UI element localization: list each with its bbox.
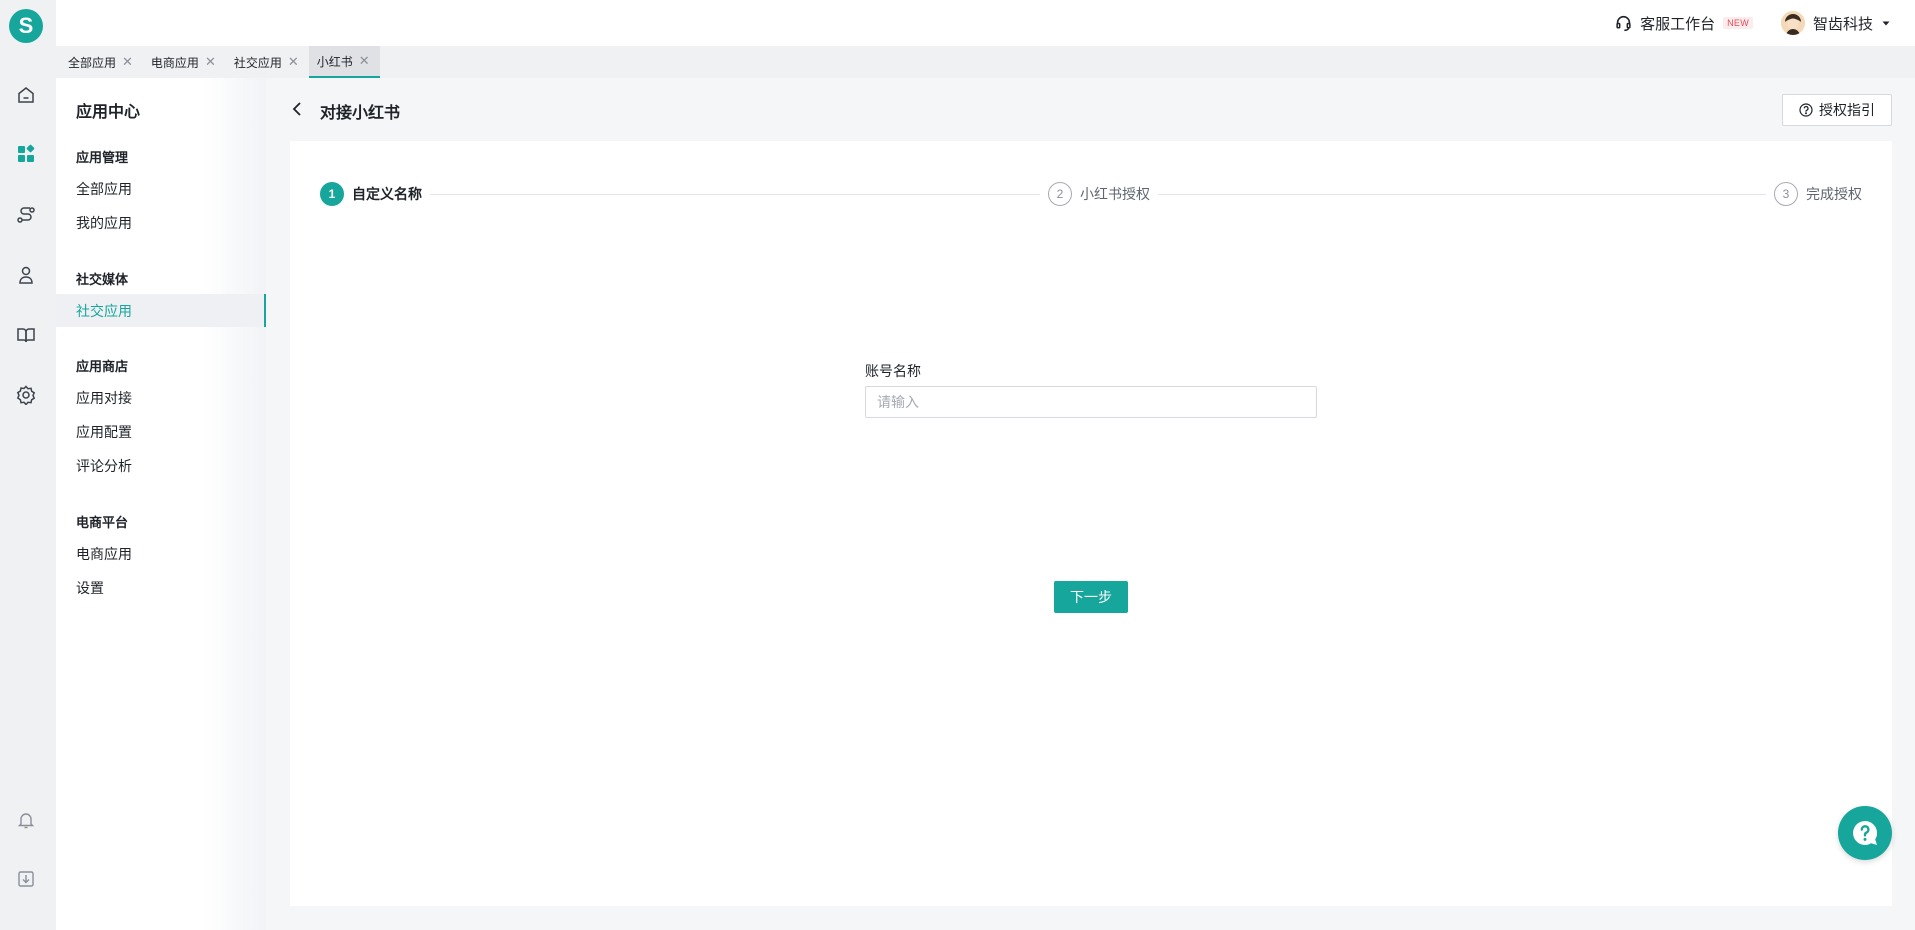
tab-label: 电商应用 bbox=[150, 55, 199, 70]
step-number: 2 bbox=[1048, 182, 1072, 206]
users-icon[interactable] bbox=[13, 262, 39, 288]
app-logo[interactable]: S bbox=[9, 9, 43, 43]
menu-group-app-management: 应用管理 bbox=[76, 150, 129, 165]
tab-label: 小红书 bbox=[316, 54, 353, 69]
step-label: 完成授权 bbox=[1806, 186, 1862, 202]
stepper: 1 自定义名称 2 小红书授权 3 完成授权 bbox=[320, 182, 1865, 206]
menu-group-app-store: 应用商店 bbox=[76, 359, 129, 374]
account-name-input[interactable] bbox=[865, 386, 1317, 418]
sidebar-item-ecommerce-apps[interactable]: 电商应用 bbox=[56, 537, 266, 570]
download-icon[interactable] bbox=[13, 866, 39, 892]
next-step-button[interactable]: 下一步 bbox=[1054, 581, 1128, 613]
sidebar-item-app-integration[interactable]: 应用对接 bbox=[56, 381, 266, 414]
question-bubble-icon bbox=[1849, 817, 1881, 849]
sidebar-menu: 应用中心 应用管理 全部应用 我的应用 社交媒体 社交应用 应用商店 应用对接 … bbox=[56, 78, 266, 930]
new-badge: NEW bbox=[1723, 17, 1753, 29]
sidebar-item-review-analysis[interactable]: 评论分析 bbox=[56, 449, 266, 482]
menu-group-ecommerce: 电商平台 bbox=[76, 515, 129, 530]
help-circle-icon bbox=[1799, 103, 1813, 117]
service-label: 客服工作台 bbox=[1640, 15, 1716, 33]
sidebar-item-my-apps[interactable]: 我的应用 bbox=[56, 206, 266, 239]
tab-social-apps[interactable]: 社交应用 ✕ bbox=[226, 46, 309, 78]
step-label: 小红书授权 bbox=[1080, 186, 1150, 202]
auth-guide-label: 授权指引 bbox=[1819, 102, 1875, 118]
tab-bar: 全部应用 ✕ 电商应用 ✕ 社交应用 ✕ 小红书 ✕ bbox=[56, 46, 1915, 78]
top-header: 客服工作台 NEW 智齿科技 bbox=[56, 0, 1915, 46]
close-icon[interactable]: ✕ bbox=[288, 54, 299, 70]
service-workbench-link[interactable]: 客服工作台 NEW bbox=[1615, 12, 1753, 34]
help-chat-button[interactable] bbox=[1838, 806, 1892, 860]
home-icon[interactable] bbox=[13, 82, 39, 108]
step-1: 1 自定义名称 bbox=[320, 182, 430, 206]
sidebar-item-settings[interactable]: 设置 bbox=[56, 571, 266, 604]
sidebar-item-all-apps[interactable]: 全部应用 bbox=[56, 172, 266, 205]
book-icon[interactable] bbox=[13, 322, 39, 348]
auth-guide-button[interactable]: 授权指引 bbox=[1782, 94, 1892, 126]
tab-all-apps[interactable]: 全部应用 ✕ bbox=[60, 46, 143, 78]
logo-letter: S bbox=[18, 13, 34, 38]
avatar bbox=[1780, 11, 1805, 35]
tab-ecommerce-apps[interactable]: 电商应用 ✕ bbox=[143, 46, 226, 78]
settings-icon[interactable] bbox=[13, 382, 39, 408]
step-number: 1 bbox=[320, 182, 344, 206]
close-icon[interactable]: ✕ bbox=[205, 54, 216, 70]
left-rail: S bbox=[0, 0, 56, 930]
flow-icon[interactable] bbox=[13, 202, 39, 228]
headset-icon bbox=[1615, 15, 1632, 32]
page-title: 对接小红书 bbox=[320, 105, 401, 122]
close-icon[interactable]: ✕ bbox=[359, 53, 370, 69]
caret-down-icon bbox=[1881, 18, 1891, 28]
tab-label: 社交应用 bbox=[233, 55, 282, 70]
bell-icon[interactable] bbox=[13, 807, 39, 833]
step-connector bbox=[400, 194, 1080, 195]
sidebar-item-social-apps[interactable]: 社交应用 bbox=[56, 294, 266, 327]
step-connector bbox=[1120, 194, 1810, 195]
step-3: 3 完成授权 bbox=[1766, 182, 1862, 206]
tab-label: 全部应用 bbox=[68, 55, 117, 70]
user-menu[interactable]: 智齿科技 bbox=[1780, 10, 1891, 36]
sidebar-item-app-config[interactable]: 应用配置 bbox=[56, 415, 266, 448]
step-label: 自定义名称 bbox=[352, 186, 422, 202]
company-name: 智齿科技 bbox=[1812, 15, 1873, 33]
back-icon[interactable] bbox=[290, 100, 304, 118]
menu-group-social-media: 社交媒体 bbox=[76, 272, 129, 287]
step-2: 2 小红书授权 bbox=[1040, 182, 1158, 206]
sidebar-title: 应用中心 bbox=[76, 104, 141, 121]
account-name-label: 账号名称 bbox=[865, 363, 921, 379]
step-number: 3 bbox=[1774, 182, 1798, 206]
close-icon[interactable]: ✕ bbox=[122, 54, 133, 70]
content-card: 1 自定义名称 2 小红书授权 3 完成授权 账号名称 下一步 bbox=[290, 141, 1892, 906]
apps-icon[interactable] bbox=[13, 141, 39, 167]
tab-xiaohongshu[interactable]: 小红书 ✕ bbox=[308, 46, 380, 78]
